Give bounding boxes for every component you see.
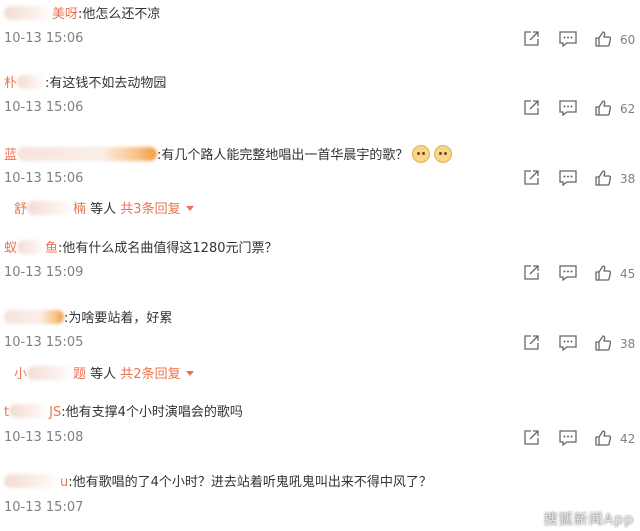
like-count: 60 xyxy=(620,33,636,47)
like-count: 38 xyxy=(620,337,636,351)
like-icon[interactable] xyxy=(594,429,612,447)
reply-username[interactable]: 小题 xyxy=(14,366,86,382)
comment-1: 美呀:他怎么还不凉 10-13 15:06 60 xyxy=(0,0,640,60)
comment-icon[interactable] xyxy=(558,264,578,282)
comment-text: 朴:有这钱不如去动物园 xyxy=(4,75,167,91)
doge-emoji-icon xyxy=(434,145,453,163)
timestamp: 10-13 15:07 xyxy=(4,500,84,515)
comment-text: u:他有歌唱的了4个小时？进去站着听鬼吼鬼叫出来不得中风了？ xyxy=(4,474,432,492)
timestamp: 10-13 15:05 xyxy=(4,335,84,350)
username[interactable]: 蓝 xyxy=(4,147,158,163)
like-count: 42 xyxy=(620,432,636,446)
comment-icon[interactable] xyxy=(558,30,578,48)
username[interactable]: t JS xyxy=(4,404,61,420)
comment-actions: 62 xyxy=(510,99,640,119)
like-count: 45 xyxy=(620,267,636,281)
reply-summary[interactable]: 小题 等人 共2条回复 xyxy=(14,366,194,384)
like-count: 38 xyxy=(620,172,636,186)
reply-summary[interactable]: 舒楠 等人 共3条回复 xyxy=(14,201,194,219)
timestamp: 10-13 15:06 xyxy=(4,100,84,115)
comment-icon[interactable] xyxy=(558,429,578,447)
comment-actions: 60 xyxy=(510,30,640,50)
comment-actions: 38 xyxy=(510,169,640,189)
username[interactable]: u xyxy=(4,474,68,490)
comment-2: 朴:有这钱不如去动物园 10-13 15:06 62 xyxy=(0,68,640,124)
comment-text: 美呀:他怎么还不凉 xyxy=(4,6,160,24)
comment-actions: 38 xyxy=(510,334,640,354)
share-icon[interactable] xyxy=(522,334,540,352)
like-icon[interactable] xyxy=(594,99,612,117)
like-icon[interactable] xyxy=(594,30,612,48)
timestamp: 10-13 15:06 xyxy=(4,171,84,186)
timestamp: 10-13 15:08 xyxy=(4,430,84,445)
caret-down-icon xyxy=(185,206,194,211)
like-icon[interactable] xyxy=(594,334,612,352)
more-replies-link[interactable]: 共2条回复 xyxy=(120,367,180,382)
share-icon[interactable] xyxy=(522,264,540,282)
comment-text: 蓝:有几个路人能完整地唱出一首华晨宇的歌？ xyxy=(4,145,453,165)
comment-icon[interactable] xyxy=(558,99,578,117)
share-icon[interactable] xyxy=(522,429,540,447)
like-count: 62 xyxy=(620,102,636,116)
share-icon[interactable] xyxy=(522,30,540,48)
timestamp: 10-13 15:06 xyxy=(4,31,84,46)
comment-actions: 45 xyxy=(510,264,640,284)
comment-actions: 42 xyxy=(510,429,640,449)
comment-icon[interactable] xyxy=(558,169,578,187)
comment-6: t JS:他有支撑4个小时演唱会的歌吗 10-13 15:08 42 xyxy=(0,398,640,454)
comment-5: :为啥要站着，好累 10-13 15:05 38 xyxy=(0,304,640,360)
caret-down-icon xyxy=(185,371,194,376)
comment-text: :为啥要站着，好累 xyxy=(4,310,172,328)
more-replies-link[interactable]: 共3条回复 xyxy=(120,202,180,217)
share-icon[interactable] xyxy=(522,99,540,117)
comment-text: 蚁鱼:他有什么成名曲值得这1280元门票？ xyxy=(4,240,278,256)
timestamp: 10-13 15:09 xyxy=(4,265,84,280)
username[interactable] xyxy=(4,310,64,326)
watermark-text: 搜狐新闻App xyxy=(543,512,634,528)
like-icon[interactable] xyxy=(594,264,612,282)
username[interactable]: 朴 xyxy=(4,75,46,91)
doge-emoji-icon xyxy=(412,145,431,163)
comment-text: t JS:他有支撑4个小时演唱会的歌吗 xyxy=(4,404,243,420)
comment-3: 蓝:有几个路人能完整地唱出一首华晨宇的歌？ 10-13 15:06 38 xyxy=(0,138,640,194)
share-icon[interactable] xyxy=(522,169,540,187)
username[interactable]: 美呀 xyxy=(4,6,78,22)
like-icon[interactable] xyxy=(594,169,612,187)
reply-username[interactable]: 舒楠 xyxy=(14,201,86,217)
comment-icon[interactable] xyxy=(558,334,578,352)
comment-4: 蚁鱼:他有什么成名曲值得这1280元门票？ 10-13 15:09 45 xyxy=(0,234,640,290)
username[interactable]: 蚁鱼 xyxy=(4,240,58,256)
